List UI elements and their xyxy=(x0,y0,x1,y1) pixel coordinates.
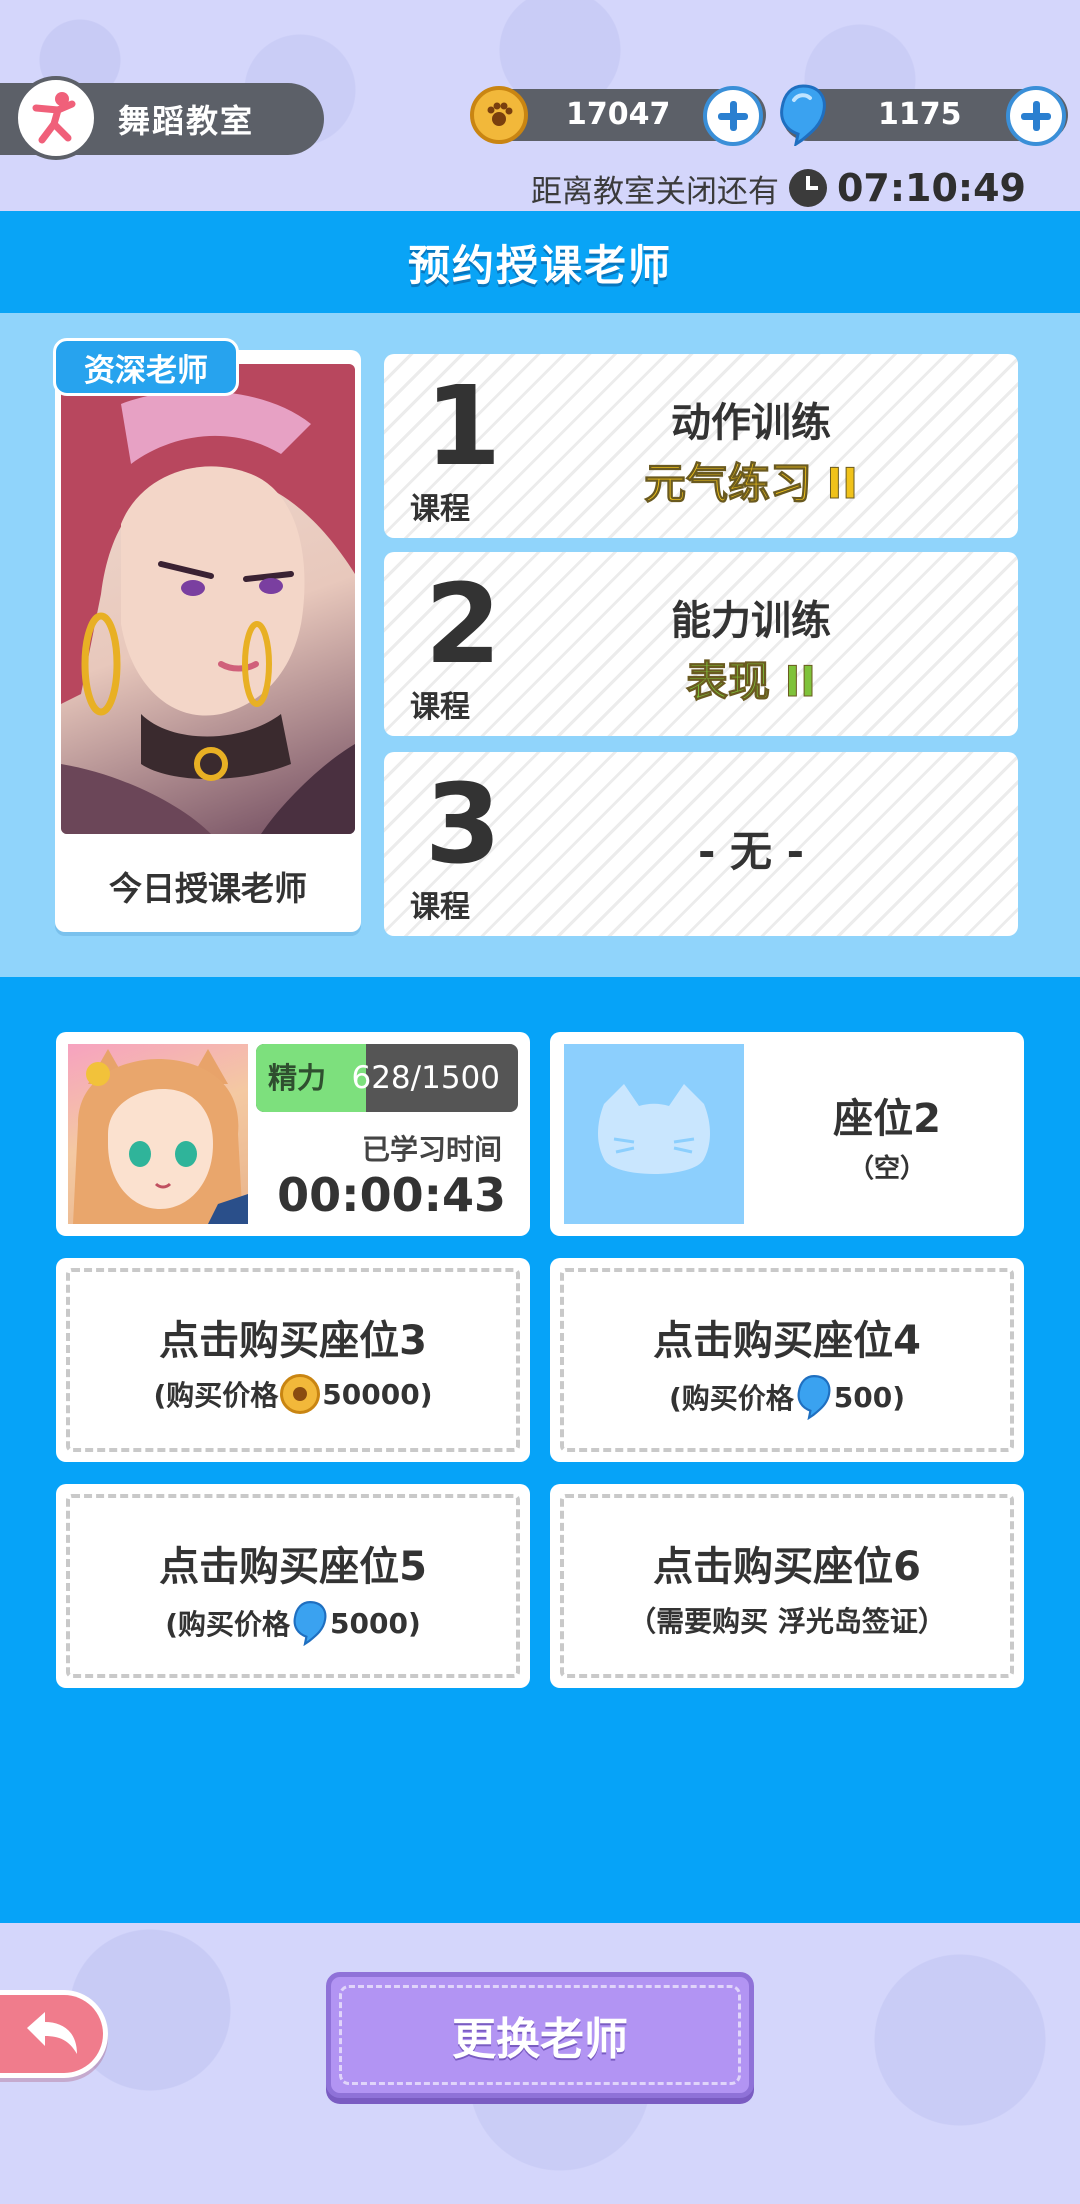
teacher-caption: 今日授课老师 xyxy=(109,869,307,908)
course-sub-label: 课程 xyxy=(410,890,470,925)
teacher-portrait xyxy=(61,364,355,834)
blue-gem-icon xyxy=(797,1375,831,1420)
price-prefix: (购买价格 xyxy=(668,1382,794,1415)
coin-balance: 17047 xyxy=(566,97,671,132)
clock-icon xyxy=(788,169,827,207)
course-sub-label: 课程 xyxy=(410,492,470,527)
course-number: 2 xyxy=(424,560,502,688)
paw-coin-icon xyxy=(280,1374,321,1414)
paw-coin-icon xyxy=(470,86,528,144)
dance-icon xyxy=(14,76,98,160)
seat-2-name: 座位2 xyxy=(833,1096,941,1142)
seat-3-price: (购买价格 50000) xyxy=(56,1374,530,1414)
teacher-card[interactable]: 今日授课老师 xyxy=(55,350,361,932)
change-teacher-button[interactable]: 更换老师 xyxy=(326,1972,754,2098)
back-button[interactable] xyxy=(0,1990,108,2078)
course-2[interactable]: 2 课程 能力训练 表现 II xyxy=(384,552,1018,736)
price-prefix: (购买价格 xyxy=(165,1608,291,1641)
price-value: 5000) xyxy=(330,1606,421,1640)
course-number: 1 xyxy=(424,362,502,490)
add-gems-button[interactable] xyxy=(1006,86,1066,146)
study-time-value: 00:00:43 xyxy=(277,1168,506,1222)
buy-seat-4-button[interactable]: 点击购买座位4 (购买价格 500) xyxy=(550,1258,1024,1462)
course-item: 元气练习 II xyxy=(644,459,859,509)
seat-3-title: 点击购买座位3 xyxy=(159,1318,427,1364)
study-time-label: 已学习时间 xyxy=(361,1133,502,1166)
blue-gem-icon xyxy=(780,84,826,146)
course-type: 动作训练 xyxy=(671,400,831,446)
empty-seat-cat-icon xyxy=(564,1044,744,1224)
course-type: 能力训练 xyxy=(671,598,831,644)
course-3[interactable]: 3 课程 - 无 - xyxy=(384,752,1018,936)
seat-2-empty[interactable]: 座位2 （空） xyxy=(550,1032,1024,1236)
course-sub-label: 课程 xyxy=(410,690,470,725)
panel-title: 预约授课老师 xyxy=(407,240,672,290)
countdown-time: 07:10:49 xyxy=(836,166,1026,210)
price-value: 500) xyxy=(833,1380,906,1414)
back-arrow-icon xyxy=(26,2012,77,2054)
energy-label: 精力 xyxy=(268,1061,327,1095)
seat-5-title: 点击购买座位5 xyxy=(159,1544,427,1590)
seat-2-state: （空） xyxy=(847,1154,926,1184)
course-empty-label: - 无 - xyxy=(697,827,805,876)
gem-balance: 1175 xyxy=(878,97,962,132)
course-item: 表现 II xyxy=(686,657,817,707)
seat-6-title: 点击购买座位6 xyxy=(653,1544,921,1590)
buy-seat-3-button[interactable]: 点击购买座位3 (购买价格 50000) xyxy=(56,1258,530,1462)
teacher-rank-tag: 资深老师 xyxy=(53,338,239,396)
seat-5-price: (购买价格 5000) xyxy=(56,1600,530,1646)
course-number: 3 xyxy=(424,760,502,888)
buy-seat-5-button[interactable]: 点击购买座位5 (购买价格 5000) xyxy=(56,1484,530,1688)
panel-header: 预约授课老师 xyxy=(0,211,1080,313)
change-teacher-label: 更换老师 xyxy=(452,2014,628,2065)
countdown-label: 距离教室关闭还有 xyxy=(530,173,779,210)
course-1[interactable]: 1 课程 动作训练 元气练习 II xyxy=(384,354,1018,538)
energy-bar: 精力 628/1500 xyxy=(256,1044,518,1112)
price-value: 50000) xyxy=(322,1377,433,1411)
buy-seat-6-button[interactable]: 点击购买座位6 （需要购买 浮光岛签证） xyxy=(550,1484,1024,1688)
seat-4-price: (购买价格 500) xyxy=(550,1374,1024,1420)
room-title: 舞蹈教室 xyxy=(118,102,255,140)
close-countdown: 距离教室关闭还有 07:10:49 xyxy=(531,165,1026,211)
energy-value: 628/1500 xyxy=(351,1060,500,1096)
add-coins-button[interactable] xyxy=(703,86,763,146)
seat-1-student[interactable]: 精力 628/1500 已学习时间 00:00:43 xyxy=(56,1032,530,1236)
seat-4-title: 点击购买座位4 xyxy=(653,1318,921,1364)
seat-6-requirement: （需要购买 浮光岛签证） xyxy=(628,1605,946,1638)
price-prefix: (购买价格 xyxy=(153,1379,279,1412)
blue-gem-icon xyxy=(293,1601,327,1646)
student-avatar xyxy=(68,1044,248,1224)
